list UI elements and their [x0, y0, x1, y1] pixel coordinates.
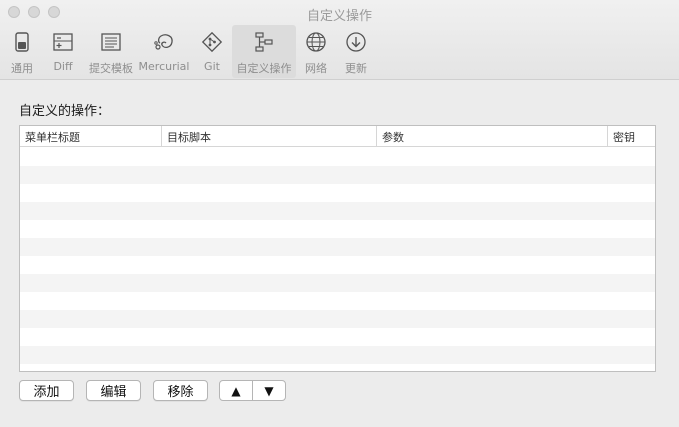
- table-row: [20, 310, 655, 328]
- tab-git[interactable]: Git: [192, 25, 232, 78]
- tab-label: 提交模板: [89, 62, 133, 75]
- remove-button[interactable]: 移除: [153, 380, 208, 401]
- table-row: [20, 328, 655, 346]
- table-row: [20, 202, 655, 220]
- title-bar: 自定义操作 通用 Diff 提交模板 Mercurial Git 自定义操作 网…: [0, 0, 679, 80]
- table-body: [20, 148, 655, 371]
- tab-label: Git: [204, 60, 220, 73]
- table-row: [20, 346, 655, 364]
- column-header-shortcut[interactable]: 密钥: [608, 126, 655, 147]
- tab-diff[interactable]: Diff: [40, 25, 86, 78]
- move-down-button[interactable]: ▼: [253, 381, 285, 400]
- preferences-toolbar: 通用 Diff 提交模板 Mercurial Git 自定义操作 网络 更新: [4, 25, 376, 78]
- table-row: [20, 148, 655, 166]
- globe-icon: [306, 32, 326, 52]
- table-header: 菜单栏标题 目标脚本 参数 密钥: [20, 126, 655, 147]
- table-row: [20, 292, 655, 310]
- table-row: [20, 256, 655, 274]
- move-segmented-control: ▲ ▼: [219, 380, 286, 401]
- tab-general[interactable]: 通用: [4, 25, 40, 78]
- tab-label: 通用: [11, 62, 33, 75]
- document-icon: [101, 33, 121, 51]
- custom-actions-icon: [255, 32, 273, 52]
- download-icon: [346, 32, 366, 52]
- tab-commit-template[interactable]: 提交模板: [86, 25, 136, 78]
- table-row: [20, 166, 655, 184]
- tab-custom-actions[interactable]: 自定义操作: [232, 25, 296, 78]
- edit-button[interactable]: 编辑: [86, 380, 141, 401]
- custom-actions-table[interactable]: 菜单栏标题 目标脚本 参数 密钥: [19, 125, 656, 372]
- column-header-menu-title[interactable]: 菜单栏标题: [20, 126, 162, 147]
- tab-label: Diff: [53, 60, 73, 73]
- table-row: [20, 220, 655, 238]
- table-row: [20, 184, 655, 202]
- add-button[interactable]: 添加: [19, 380, 74, 401]
- tab-network[interactable]: 网络: [296, 25, 336, 78]
- table-row: [20, 238, 655, 256]
- move-up-button[interactable]: ▲: [220, 381, 253, 400]
- table-row: [20, 274, 655, 292]
- table-row: [20, 364, 655, 371]
- tab-label: Mercurial: [138, 60, 190, 73]
- tab-mercurial[interactable]: Mercurial: [136, 25, 192, 78]
- tab-label: 自定义操作: [236, 62, 292, 75]
- tab-label: 更新: [345, 62, 367, 75]
- switch-icon: [15, 32, 29, 52]
- mercurial-icon: [154, 34, 173, 50]
- column-header-arguments[interactable]: 参数: [377, 126, 608, 147]
- tab-label: 网络: [305, 62, 327, 75]
- custom-actions-heading: 自定义的操作：: [19, 104, 111, 119]
- window-title: 自定义操作: [306, 9, 372, 24]
- preferences-window: 自定义操作 通用 Diff 提交模板 Mercurial Git 自定义操作 网…: [0, 0, 679, 427]
- diff-icon: [53, 33, 73, 51]
- tab-update[interactable]: 更新: [336, 25, 376, 78]
- git-icon: [201, 31, 223, 53]
- column-header-script[interactable]: 目标脚本: [162, 126, 377, 147]
